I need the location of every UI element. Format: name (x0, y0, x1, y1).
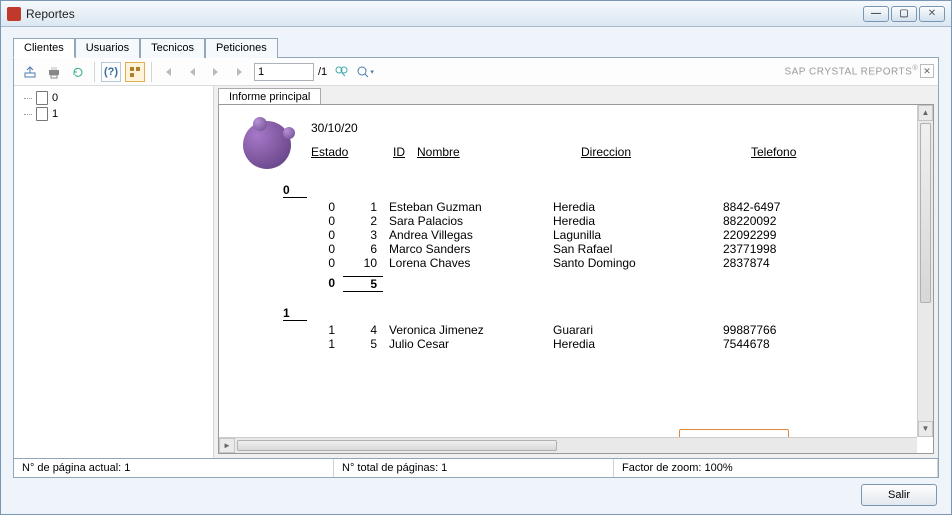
page-total: /1 (318, 66, 327, 78)
col-nombre: Nombre (411, 145, 581, 159)
titlebar: Reportes — ▢ ✕ (1, 1, 951, 27)
window: Reportes — ▢ ✕ Clientes Usuarios Tecnico… (0, 0, 952, 515)
tab-tecnicos[interactable]: Tecnicos (140, 38, 205, 58)
table-row: 03Andrea VillegasLagunilla22092299 (243, 228, 933, 242)
prev-page-icon[interactable] (182, 62, 202, 82)
last-page-icon[interactable] (230, 62, 250, 82)
tab-peticiones[interactable]: Peticiones (205, 38, 278, 58)
window-title: Reportes (26, 7, 75, 21)
help-icon[interactable]: (?) (101, 62, 121, 82)
export-icon[interactable] (20, 62, 40, 82)
print-icon[interactable] (44, 62, 64, 82)
group-tree: 0 1 (14, 86, 214, 458)
horizontal-scrollbar[interactable]: ◄ ► (219, 437, 917, 453)
col-id: ID (371, 145, 411, 159)
statusbar: N° de página actual: 1 N° total de págin… (13, 459, 939, 478)
app-icon (7, 7, 21, 21)
tab-clientes[interactable]: Clientes (13, 38, 75, 58)
zoom-icon[interactable]: ▾ (355, 62, 375, 82)
report-page: 30/10/20 Estado ID Nombre Direccion Tele… (219, 105, 933, 367)
table-row: 02Sara PalaciosHeredia88220092 (243, 214, 933, 228)
tree-toggle-icon[interactable] (125, 62, 145, 82)
table-row: 14Veronica JimenezGuarari99887766 (243, 323, 933, 337)
col-telefono: Telefono (751, 145, 851, 159)
tab-usuarios[interactable]: Usuarios (75, 38, 140, 58)
subtotal-row: 05 (243, 276, 933, 292)
next-page-icon[interactable] (206, 62, 226, 82)
status-zoom: Factor de zoom: 100% (614, 459, 938, 477)
tree-item[interactable]: 0 (18, 90, 209, 106)
toolbar: (?) /1 ▾ SAP CRYSTAL REPORTS® ✕ (14, 58, 938, 86)
col-estado: Estado (311, 145, 371, 159)
status-current-page: N° de página actual: 1 (14, 459, 334, 477)
group-header: 0 (283, 183, 307, 198)
logo-icon (243, 121, 291, 169)
vertical-scrollbar[interactable]: ▲ ▼ (917, 105, 933, 437)
col-direccion: Direccion (581, 145, 751, 159)
table-row: 15Julio CesarHeredia7544678 (243, 337, 933, 351)
salir-button[interactable]: Salir (861, 484, 937, 506)
brand-label: SAP CRYSTAL REPORTS® (784, 65, 918, 77)
close-button[interactable]: ✕ (919, 6, 945, 22)
maximize-button[interactable]: ▢ (891, 6, 917, 22)
report-date: 30/10/20 (311, 121, 851, 135)
main-panel: Informe principal 30/10/20 Estad (214, 86, 938, 458)
tree-item[interactable]: 1 (18, 106, 209, 122)
tabpanel: (?) /1 ▾ SAP CRYSTAL REPORTS® ✕ 0 1 (13, 57, 939, 459)
status-total-pages: N° total de páginas: 1 (334, 459, 614, 477)
table-row: 010Lorena ChavesSanto Domingo2837874 (243, 256, 933, 270)
group-header: 1 (283, 306, 307, 321)
report-viewer: 30/10/20 Estado ID Nombre Direccion Tele… (218, 104, 934, 454)
page-input[interactable] (254, 63, 314, 81)
document-icon (36, 91, 48, 105)
table-row: 06Marco SandersSan Rafael23771998 (243, 242, 933, 256)
panel-close-icon[interactable]: ✕ (920, 64, 934, 78)
document-icon (36, 107, 48, 121)
table-row: 01Esteban GuzmanHeredia8842-6497 (243, 200, 933, 214)
first-page-icon[interactable] (158, 62, 178, 82)
minimize-button[interactable]: — (863, 6, 889, 22)
tabs: Clientes Usuarios Tecnicos Peticiones (13, 38, 939, 58)
find-icon[interactable] (331, 62, 351, 82)
refresh-icon[interactable] (68, 62, 88, 82)
